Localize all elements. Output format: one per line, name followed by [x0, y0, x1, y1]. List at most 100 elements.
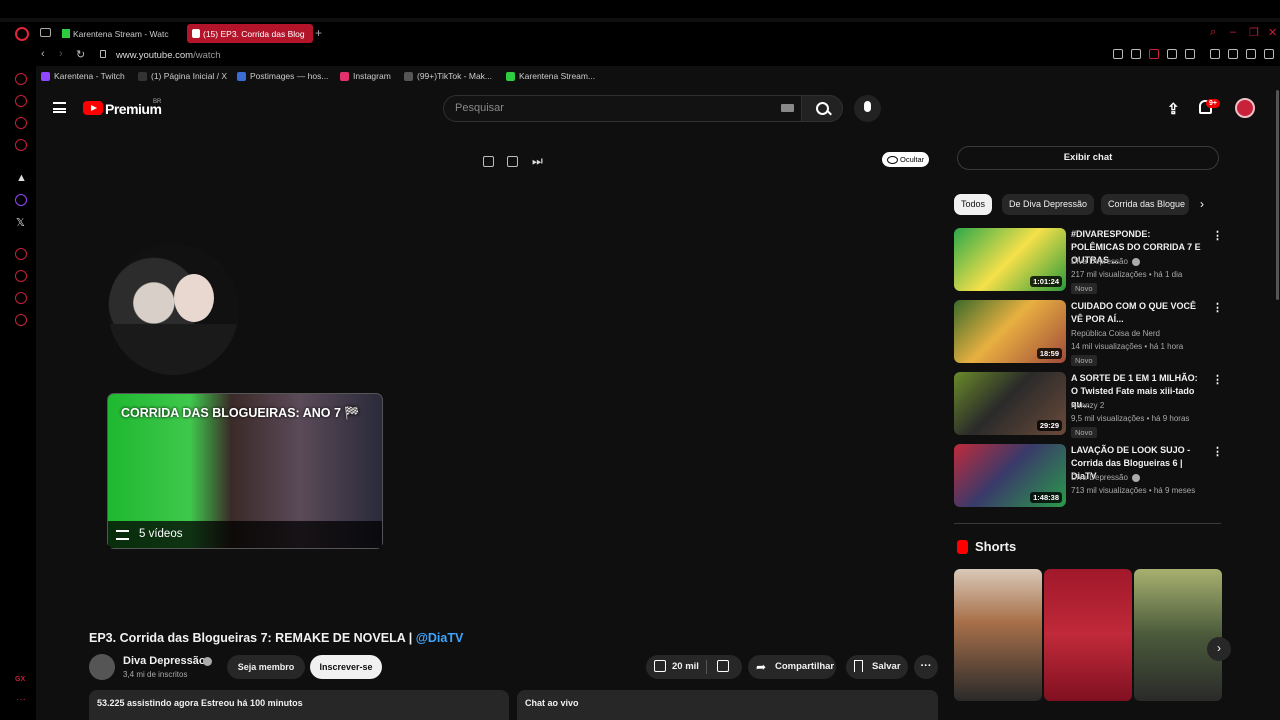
- divider: [706, 660, 707, 674]
- hamburger-menu-icon[interactable]: [53, 102, 66, 113]
- bookmark-icon: [854, 660, 863, 672]
- create-icon[interactable]: ⇪: [1167, 100, 1180, 118]
- sidebar-more-icon[interactable]: ···: [16, 694, 26, 705]
- tab-label: Karentena Stream - Watc: [73, 28, 169, 39]
- opera-logo-icon[interactable]: [15, 27, 29, 41]
- close-window-button[interactable]: ✕: [1268, 26, 1277, 39]
- extensions-icon[interactable]: [15, 292, 27, 304]
- rec-channel[interactable]: Diva Depressão: [1071, 473, 1128, 482]
- kebab-menu-icon[interactable]: ⋮: [1212, 445, 1223, 458]
- bookmark-item[interactable]: Instagram: [340, 71, 391, 81]
- duration-badge: 1:01:24: [1030, 276, 1062, 287]
- maximize-button[interactable]: ❐: [1249, 26, 1259, 39]
- short-thumbnail[interactable]: [1044, 569, 1132, 701]
- tab-karentena[interactable]: Karentena Stream - Watc: [57, 24, 181, 43]
- youtube-logo-icon[interactable]: [83, 101, 103, 115]
- minimize-button[interactable]: –: [1230, 26, 1236, 38]
- new-tab-button[interactable]: +: [315, 26, 322, 40]
- like-count[interactable]: 20 mil: [672, 661, 699, 672]
- bookmark-item[interactable]: Karentena Stream...: [506, 71, 595, 81]
- speed-dial-icon[interactable]: [15, 73, 27, 85]
- player-icon[interactable]: [1167, 49, 1177, 59]
- tab-youtube-active[interactable]: (15) EP3. Corrida das Blog: [187, 24, 313, 43]
- subscribe-button[interactable]: Inscrever-se: [310, 655, 382, 679]
- tab-overview-icon[interactable]: [40, 28, 51, 37]
- bookmark-item[interactable]: (1) Página Inicial / X: [138, 71, 227, 81]
- snapshot-icon[interactable]: [1131, 49, 1141, 59]
- bookmark-item[interactable]: Karentena - Twitch: [41, 71, 125, 81]
- vpn-icon[interactable]: [1149, 49, 1159, 59]
- reload-icon[interactable]: ↻: [76, 48, 85, 61]
- join-button[interactable]: Seja membro: [227, 655, 305, 679]
- rec-channel[interactable]: Diva Depressão: [1071, 257, 1128, 266]
- x-icon[interactable]: 𝕏: [16, 216, 25, 229]
- twitch-icon[interactable]: [15, 194, 27, 206]
- bookmark-item[interactable]: Postimages — hos...: [237, 71, 328, 81]
- short-thumbnail[interactable]: [1134, 569, 1222, 701]
- chip-channel[interactable]: De Diva Depressão: [1002, 194, 1095, 215]
- live-chat-box[interactable]: Chat ao vivo: [517, 690, 938, 720]
- player-icon[interactable]: [15, 248, 27, 260]
- tab-label: (15) EP3. Corrida das Blog: [203, 28, 305, 39]
- new-badge: Novo: [1071, 427, 1097, 438]
- history-icon[interactable]: [15, 270, 27, 282]
- channel-name[interactable]: Diva Depressão: [123, 655, 206, 667]
- save-label: Salvar: [872, 661, 901, 672]
- kebab-menu-icon[interactable]: ⋮: [1212, 301, 1223, 314]
- rec-channel[interactable]: Kennzy 2: [1071, 401, 1104, 410]
- kebab-menu-icon[interactable]: ⋮: [1212, 373, 1223, 386]
- video-thumbnail[interactable]: 18:59: [954, 300, 1066, 363]
- skip-next-icon[interactable]: ⏭: [532, 154, 543, 169]
- miniplayer-icon[interactable]: [483, 156, 494, 167]
- pin-icon[interactable]: [1113, 49, 1123, 59]
- exit-icon[interactable]: [507, 156, 518, 167]
- search-tabs-icon[interactable]: ⌕: [1210, 26, 1216, 39]
- scrollbar[interactable]: [1276, 90, 1279, 300]
- postimages-icon: [237, 71, 246, 81]
- share-label: Compartilhar: [775, 661, 835, 672]
- channel-thumbnail[interactable]: [108, 244, 239, 375]
- back-button[interactable]: ‹: [41, 48, 45, 60]
- lock-icon[interactable]: [100, 50, 106, 58]
- avatar[interactable]: [1235, 98, 1255, 118]
- gx-corner-icon[interactable]: [15, 117, 27, 129]
- search-placeholder: Pesquisar: [455, 102, 504, 114]
- profile-icon[interactable]: [1228, 49, 1238, 59]
- chevron-right-icon[interactable]: ›: [1207, 637, 1231, 661]
- dislike-icon[interactable]: [717, 660, 729, 672]
- rec-channel[interactable]: República Coisa de Nerd: [1071, 329, 1160, 338]
- heart-icon[interactable]: [1185, 49, 1195, 59]
- description-box[interactable]: 53.225 assistindo agora Estreou há 100 m…: [89, 690, 509, 720]
- mic-icon[interactable]: [854, 95, 881, 122]
- url-field[interactable]: www.youtube.com/watch: [116, 50, 221, 61]
- arc-icon[interactable]: ▲: [16, 172, 27, 184]
- video-thumbnail[interactable]: 29:29: [954, 372, 1066, 435]
- settings-icon[interactable]: [15, 314, 27, 326]
- bookmark-item[interactable]: (99+)TikTok - Mak...: [404, 71, 492, 81]
- search-button[interactable]: [801, 95, 843, 122]
- forward-button[interactable]: ›: [59, 48, 63, 60]
- kebab-menu-icon[interactable]: ⋮: [1212, 229, 1223, 242]
- more-actions-button[interactable]: ···: [914, 655, 938, 679]
- hide-button[interactable]: Ocultar: [882, 152, 930, 167]
- gx-control-icon[interactable]: [15, 95, 27, 107]
- rec-title[interactable]: CUIDADO COM O QUE VOCÊ VÊ POR AÍ...: [1071, 300, 1206, 326]
- chip-series[interactable]: Corrida das Blogue: [1101, 194, 1189, 215]
- channel-tag-link[interactable]: @DiaTV: [416, 631, 464, 645]
- keyboard-icon[interactable]: [781, 104, 794, 112]
- show-chat-button[interactable]: Exibir chat: [957, 146, 1219, 170]
- chevron-right-icon[interactable]: ›: [1200, 197, 1204, 211]
- download-icon[interactable]: [1246, 49, 1256, 59]
- short-thumbnail[interactable]: [954, 569, 1042, 701]
- duration-badge: 18:59: [1036, 348, 1062, 359]
- menu-icon[interactable]: [1264, 49, 1274, 59]
- duration-badge: 1:48:38: [1030, 492, 1062, 503]
- gmail-icon[interactable]: [15, 139, 27, 151]
- chip-all[interactable]: Todos: [954, 194, 993, 215]
- like-icon[interactable]: [654, 660, 666, 672]
- video-thumbnail[interactable]: 1:01:24: [954, 228, 1066, 291]
- video-thumbnail[interactable]: 1:48:38: [954, 444, 1066, 507]
- extensions-icon[interactable]: [1210, 49, 1220, 59]
- kick-icon: [62, 29, 70, 38]
- channel-avatar[interactable]: [89, 654, 115, 680]
